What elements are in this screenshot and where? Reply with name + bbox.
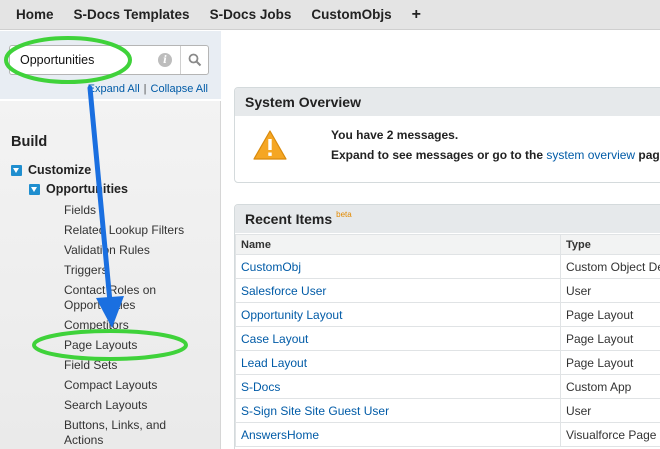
collapse-toggle-icon[interactable] (29, 183, 40, 195)
add-tab-icon[interactable]: + (402, 6, 431, 24)
item-name-link[interactable]: CustomObj (235, 254, 561, 279)
item-type: User (559, 278, 660, 303)
setup-tree: Build Customize Opportunities Fields Rel… (0, 101, 221, 449)
item-name-link[interactable]: S-Docs (235, 374, 561, 399)
messages-count-text: You have 2 messages. (331, 128, 459, 142)
tab-customobjs[interactable]: CustomObjs (301, 7, 401, 22)
recent-items-table: Name Type CustomObj Custom Object De Sale… (235, 234, 660, 447)
expand-all-link[interactable]: Expand All (88, 83, 140, 95)
table-row: S-Sign Site Site Guest User User (235, 398, 660, 423)
collapse-all-link[interactable]: Collapse All (151, 83, 208, 95)
item-name-link[interactable]: Opportunity Layout (235, 302, 561, 327)
tree-node-label: Customize (28, 163, 92, 177)
tree-leaf-compact-layouts[interactable]: Compact Layouts (64, 378, 214, 393)
table-row: AnswersHome Visualforce Page (235, 422, 660, 447)
table-row: Case Layout Page Layout (235, 326, 660, 351)
tree-leaf-fields[interactable]: Fields (64, 203, 214, 218)
item-type: User (559, 398, 660, 423)
link-separator: | (143, 83, 147, 95)
item-type: Visualforce Page (559, 422, 660, 447)
expand-collapse-links: Expand All | Collapse All (88, 83, 208, 95)
search-icon (188, 53, 201, 67)
quick-find-area: Opportunities i Expand All | Collapse All (0, 31, 221, 99)
build-heading: Build (11, 134, 48, 150)
item-name-link[interactable]: S-Sign Site Site Guest User (235, 398, 561, 423)
recent-items-title: Recent Items (245, 211, 333, 227)
quick-find-input[interactable]: Opportunities i (9, 45, 209, 75)
column-header-type[interactable]: Type (559, 234, 660, 255)
tab-s-docs-templates[interactable]: S-Docs Templates (64, 7, 200, 22)
tree-node-customize[interactable]: Customize (11, 163, 91, 177)
table-row: Salesforce User User (235, 278, 660, 303)
item-type: Custom App (559, 374, 660, 399)
system-overview-link[interactable]: system overview (546, 148, 635, 162)
table-header-row: Name Type (235, 234, 660, 255)
tree-node-opportunities[interactable]: Opportunities (29, 182, 128, 196)
table-row: Opportunity Layout Page Layout (235, 302, 660, 327)
tree-leaf-page-layouts[interactable]: Page Layouts (64, 338, 214, 353)
beta-badge: beta (336, 209, 352, 219)
tree-leaf-contact-roles[interactable]: Contact Roles on Opportunities (64, 283, 169, 313)
tree-leaf-competitors[interactable]: Competitors (64, 318, 214, 333)
item-name-link[interactable]: AnswersHome (235, 422, 561, 447)
column-header-name[interactable]: Name (235, 234, 561, 255)
table-row: CustomObj Custom Object De (235, 254, 660, 279)
quick-find-value[interactable]: Opportunities (10, 53, 158, 67)
tree-node-label: Opportunities (46, 182, 128, 196)
item-type: Page Layout (559, 302, 660, 327)
tab-s-docs-jobs[interactable]: S-Docs Jobs (200, 7, 302, 22)
table-row: S-Docs Custom App (235, 374, 660, 399)
item-type: Page Layout (559, 350, 660, 375)
item-type: Page Layout (559, 326, 660, 351)
top-navigation-bar: Home S-Docs Templates S-Docs Jobs Custom… (0, 0, 660, 30)
tree-leaf-search-layouts[interactable]: Search Layouts (64, 398, 214, 413)
table-row: Lead Layout Page Layout (235, 350, 660, 375)
item-name-link[interactable]: Case Layout (235, 326, 561, 351)
messages-prefix: Expand to see messages or go to the (331, 148, 547, 162)
item-type: Custom Object De (559, 254, 660, 279)
info-icon[interactable]: i (158, 53, 172, 67)
recent-items-panel: Recent Items beta Name Type CustomObj Cust… (234, 204, 660, 449)
messages-suffix: pag (635, 148, 660, 162)
item-name-link[interactable]: Lead Layout (235, 350, 561, 375)
tree-leaf-triggers[interactable]: Triggers (64, 263, 214, 278)
search-button[interactable] (180, 46, 208, 74)
tree-leaf-buttons-links-actions[interactable]: Buttons, Links, and Actions (64, 418, 174, 448)
messages-detail-text: Expand to see messages or go to the syst… (331, 148, 660, 162)
system-overview-title: System Overview (235, 88, 660, 116)
setup-sidebar: Opportunities i Expand All | Collapse All … (0, 31, 221, 449)
tree-leaf-validation-rules[interactable]: Validation Rules (64, 243, 214, 258)
warning-icon (253, 130, 287, 160)
collapse-toggle-icon[interactable] (11, 164, 22, 176)
tab-home[interactable]: Home (0, 7, 64, 22)
item-name-link[interactable]: Salesforce User (235, 278, 561, 303)
tree-leaf-related-lookup-filters[interactable]: Related Lookup Filters (64, 223, 214, 238)
main-content: System Overview You have 2 messages. Exp… (221, 31, 660, 449)
tree-leaf-field-sets[interactable]: Field Sets (64, 358, 214, 373)
system-overview-panel: System Overview You have 2 messages. Exp… (234, 87, 660, 183)
recent-items-header: Recent Items beta (235, 205, 660, 233)
